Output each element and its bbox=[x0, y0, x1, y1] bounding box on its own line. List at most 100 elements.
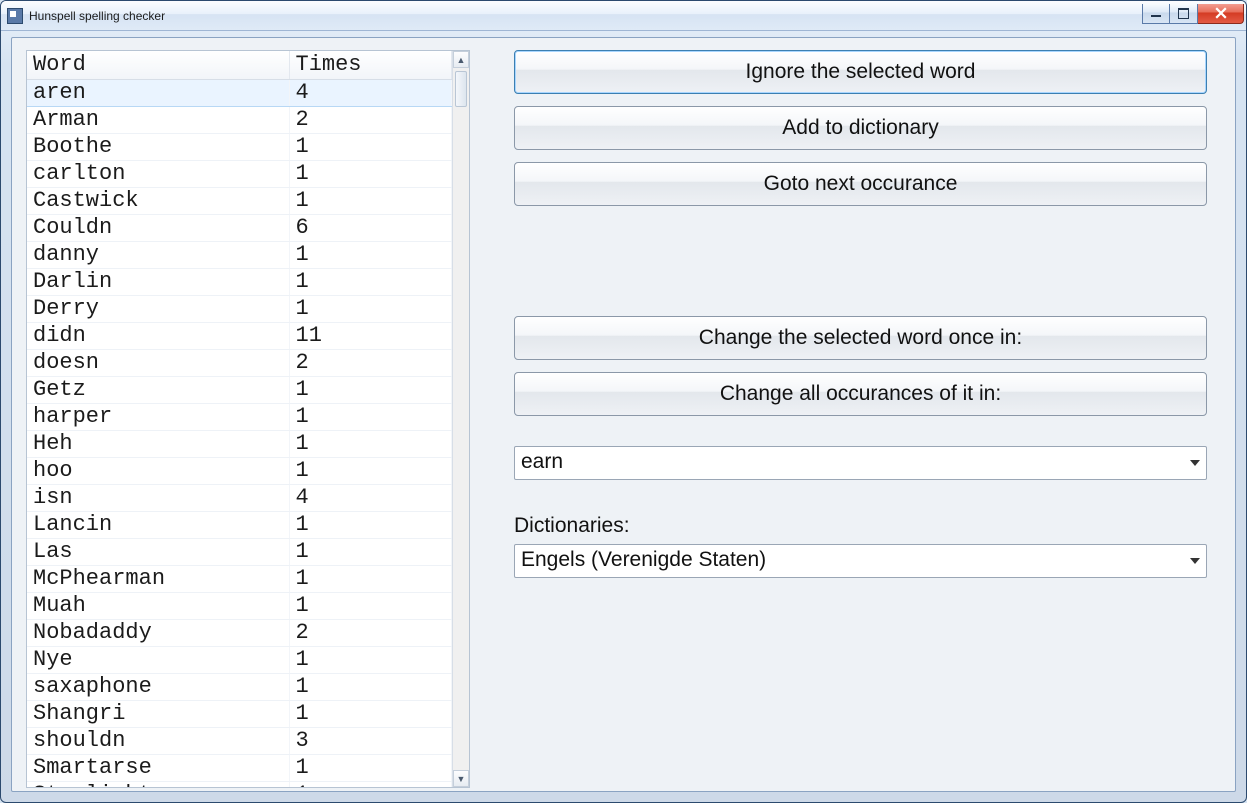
table-row[interactable]: Derry1 bbox=[27, 296, 452, 323]
goto-next-button[interactable]: Goto next occurance bbox=[514, 162, 1207, 206]
vertical-scrollbar[interactable]: ▲ ▼ bbox=[452, 51, 469, 787]
client-area: Word Times aren4Arman2Boothe1carlton1Cas… bbox=[11, 37, 1236, 792]
cell-times: 1 bbox=[289, 242, 452, 269]
table-row[interactable]: Getz1 bbox=[27, 377, 452, 404]
table-row[interactable]: didn11 bbox=[27, 323, 452, 350]
cell-times: 1 bbox=[289, 782, 452, 788]
cell-word: Arman bbox=[27, 107, 289, 134]
cell-word: carlton bbox=[27, 161, 289, 188]
change-once-button[interactable]: Change the selected word once in: bbox=[514, 316, 1207, 360]
dictionary-value: Engels (Verenigde Staten) bbox=[521, 548, 766, 571]
minimize-button[interactable] bbox=[1142, 4, 1170, 24]
close-button[interactable] bbox=[1198, 4, 1244, 24]
table-row[interactable]: Smartarse1 bbox=[27, 755, 452, 782]
cell-times: 3 bbox=[289, 728, 452, 755]
cell-times: 2 bbox=[289, 107, 452, 134]
cell-word: saxaphone bbox=[27, 674, 289, 701]
table-row[interactable]: Arman2 bbox=[27, 107, 452, 134]
word-list-panel: Word Times aren4Arman2Boothe1carlton1Cas… bbox=[26, 50, 470, 788]
cell-times: 1 bbox=[289, 593, 452, 620]
table-row[interactable]: danny1 bbox=[27, 242, 452, 269]
cell-word: Las bbox=[27, 539, 289, 566]
table-row[interactable]: Lancin1 bbox=[27, 512, 452, 539]
cell-word: Nobadaddy bbox=[27, 620, 289, 647]
dictionary-combo[interactable]: Engels (Verenigde Staten) bbox=[514, 544, 1207, 578]
cell-word: Couldn bbox=[27, 215, 289, 242]
table-row[interactable]: McPhearman1 bbox=[27, 566, 452, 593]
table-row[interactable]: Starlights1 bbox=[27, 782, 452, 788]
cell-times: 1 bbox=[289, 539, 452, 566]
cell-word: Muah bbox=[27, 593, 289, 620]
cell-times: 1 bbox=[289, 269, 452, 296]
cell-word: aren bbox=[27, 80, 289, 107]
table-row[interactable]: Couldn6 bbox=[27, 215, 452, 242]
col-header-times[interactable]: Times bbox=[289, 51, 452, 80]
cell-word: Shangri bbox=[27, 701, 289, 728]
table-row[interactable]: isn4 bbox=[27, 485, 452, 512]
cell-times: 1 bbox=[289, 296, 452, 323]
titlebar[interactable]: Hunspell spelling checker bbox=[1, 1, 1246, 31]
dictionaries-label: Dictionaries: bbox=[514, 514, 1207, 538]
cell-word: McPhearman bbox=[27, 566, 289, 593]
table-row[interactable]: Muah1 bbox=[27, 593, 452, 620]
table-row[interactable]: Nobadaddy2 bbox=[27, 620, 452, 647]
cell-times: 1 bbox=[289, 161, 452, 188]
cell-times: 1 bbox=[289, 404, 452, 431]
table-row[interactable]: hoo1 bbox=[27, 458, 452, 485]
suggestion-value: earn bbox=[521, 450, 563, 473]
add-to-dictionary-button[interactable]: Add to dictionary bbox=[514, 106, 1207, 150]
table-row[interactable]: Darlin1 bbox=[27, 269, 452, 296]
table-row[interactable]: saxaphone1 bbox=[27, 674, 452, 701]
cell-times: 1 bbox=[289, 377, 452, 404]
cell-word: harper bbox=[27, 404, 289, 431]
cell-times: 6 bbox=[289, 215, 452, 242]
cell-times: 11 bbox=[289, 323, 452, 350]
cell-word: Smartarse bbox=[27, 755, 289, 782]
table-row[interactable]: shouldn3 bbox=[27, 728, 452, 755]
cell-times: 4 bbox=[289, 80, 452, 107]
table-row[interactable]: Las1 bbox=[27, 539, 452, 566]
change-all-button[interactable]: Change all occurances of it in: bbox=[514, 372, 1207, 416]
cell-times: 1 bbox=[289, 431, 452, 458]
table-row[interactable]: Castwick1 bbox=[27, 188, 452, 215]
cell-times: 1 bbox=[289, 188, 452, 215]
right-panel: Ignore the selected word Add to dictiona… bbox=[514, 50, 1207, 578]
cell-word: isn bbox=[27, 485, 289, 512]
ignore-button[interactable]: Ignore the selected word bbox=[514, 50, 1207, 94]
table-row[interactable]: Heh1 bbox=[27, 431, 452, 458]
cell-word: Nye bbox=[27, 647, 289, 674]
cell-times: 1 bbox=[289, 512, 452, 539]
cell-times: 4 bbox=[289, 485, 452, 512]
table-row[interactable]: Nye1 bbox=[27, 647, 452, 674]
cell-word: doesn bbox=[27, 350, 289, 377]
scroll-down-arrow[interactable]: ▼ bbox=[453, 770, 469, 787]
window-controls bbox=[1142, 4, 1244, 24]
cell-word: Lancin bbox=[27, 512, 289, 539]
table-row[interactable]: carlton1 bbox=[27, 161, 452, 188]
cell-word: shouldn bbox=[27, 728, 289, 755]
chevron-down-icon bbox=[1190, 460, 1200, 466]
word-table[interactable]: Word Times aren4Arman2Boothe1carlton1Cas… bbox=[27, 51, 452, 787]
cell-word: didn bbox=[27, 323, 289, 350]
suggestion-combo[interactable]: earn bbox=[514, 446, 1207, 480]
cell-times: 1 bbox=[289, 701, 452, 728]
cell-times: 1 bbox=[289, 755, 452, 782]
table-row[interactable]: aren4 bbox=[27, 80, 452, 107]
close-icon bbox=[1215, 7, 1227, 19]
cell-word: hoo bbox=[27, 458, 289, 485]
scroll-thumb[interactable] bbox=[455, 71, 467, 107]
table-header-row[interactable]: Word Times bbox=[27, 51, 452, 80]
cell-word: danny bbox=[27, 242, 289, 269]
cell-times: 1 bbox=[289, 134, 452, 161]
scroll-up-arrow[interactable]: ▲ bbox=[453, 51, 469, 68]
cell-word: Starlights bbox=[27, 782, 289, 788]
col-header-word[interactable]: Word bbox=[27, 51, 289, 80]
cell-times: 1 bbox=[289, 566, 452, 593]
table-row[interactable]: harper1 bbox=[27, 404, 452, 431]
cell-times: 2 bbox=[289, 350, 452, 377]
table-row[interactable]: doesn2 bbox=[27, 350, 452, 377]
maximize-button[interactable] bbox=[1170, 4, 1198, 24]
table-row[interactable]: Shangri1 bbox=[27, 701, 452, 728]
table-row[interactable]: Boothe1 bbox=[27, 134, 452, 161]
window-frame: Hunspell spelling checker Word Times bbox=[0, 0, 1247, 803]
